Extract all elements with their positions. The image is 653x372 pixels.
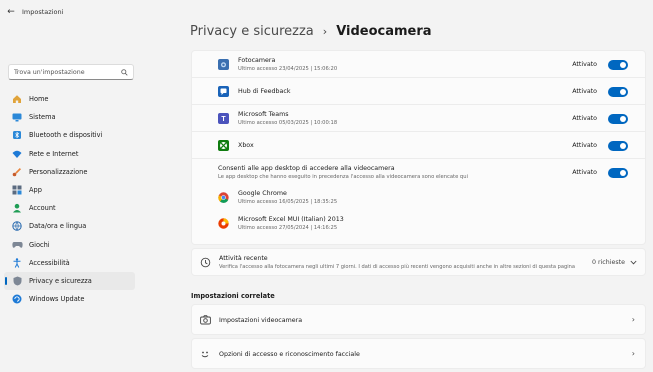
sidebar-item-label: Privacy e sicurezza <box>29 276 92 285</box>
account-icon <box>11 203 23 213</box>
bluetooth-icon <box>11 130 23 140</box>
title-bar: ← Impostazioni <box>0 0 653 24</box>
xbox-icon <box>218 140 229 151</box>
toggle-state-label: Attivato <box>572 61 597 68</box>
sidebar-item-home[interactable]: Home <box>4 90 135 108</box>
breadcrumb-separator: › <box>322 25 328 38</box>
chevron-right-icon: › <box>631 349 635 358</box>
sidebar-item-privacy[interactable]: Privacy e sicurezza <box>4 271 135 291</box>
sidebar-item-label: Sistema <box>29 113 56 122</box>
desktop-app-name: Google Chrome <box>238 190 287 197</box>
desktop-app-last-access: Ultimo accesso 27/05/2024 | 14:16:25 <box>238 225 338 231</box>
app-row-fotocamera: Fotocamera Ultimo accesso 23/04/2025 | 1… <box>192 51 645 78</box>
shield-icon <box>11 276 23 286</box>
app-last-access: Ultimo accesso 05/03/2025 | 10:00:18 <box>238 120 338 126</box>
breadcrumb: Privacy e sicurezza › Videocamera <box>190 24 432 39</box>
sidebar-nav: Home Sistema Bluetooth e dispositivi Ret… <box>4 90 135 308</box>
network-icon <box>11 149 23 159</box>
sidebar-item-label: Bluetooth e dispositivi <box>29 131 103 140</box>
sidebar-item-label: Home <box>29 95 49 104</box>
app-last-access: Ultimo accesso 23/04/2025 | 15:06:20 <box>238 66 338 72</box>
toggle-fotocamera[interactable] <box>608 60 628 70</box>
app-name: Hub di Feedback <box>238 88 291 95</box>
sidebar-item-label: App <box>29 186 42 195</box>
chrome-icon <box>218 192 229 203</box>
apps-icon <box>11 185 23 195</box>
search-input[interactable]: Trova un'impostazione <box>14 69 85 76</box>
accessibility-icon <box>11 258 23 268</box>
app-title: Impostazioni <box>22 8 64 16</box>
camera-outline-icon <box>200 315 211 325</box>
toggle-state-label: Attivato <box>572 115 597 122</box>
related-link-label: Impostazioni videocamera <box>219 317 303 324</box>
sidebar-item-label: Data/ora e lingua <box>29 222 87 231</box>
globe-clock-icon <box>11 221 23 232</box>
sidebar-item-label: Personalizzazione <box>29 167 88 176</box>
sidebar-item-giochi[interactable]: Giochi <box>4 236 135 254</box>
teams-icon: T <box>218 113 229 124</box>
app-permissions-card: Fotocamera Ultimo accesso 23/04/2025 | 1… <box>191 50 646 245</box>
sidebar-item-windows-update[interactable]: Windows Update <box>4 290 135 308</box>
brush-icon <box>11 167 23 177</box>
sidebar-item-rete[interactable]: Rete e Internet <box>4 145 135 163</box>
sidebar-item-label: Windows Update <box>29 295 85 304</box>
search-box[interactable]: Trova un'impostazione <box>8 64 134 80</box>
sidebar-item-sistema[interactable]: Sistema <box>4 108 135 126</box>
toggle-desktop-apps[interactable] <box>608 168 628 178</box>
app-name: Microsoft Teams <box>238 111 289 118</box>
sidebar-item-personalizzazione[interactable]: Personalizzazione <box>4 163 135 181</box>
app-row-hub-feedback: Hub di Feedback Attivato <box>192 78 645 105</box>
desktop-apps-section: Consenti alle app desktop di accedere al… <box>192 159 645 244</box>
related-link-camera-settings[interactable]: Impostazioni videocamera › <box>191 304 646 335</box>
chevron-right-icon: › <box>631 315 635 324</box>
toggle-state-label: Attivato <box>572 169 597 176</box>
svg-text:T: T <box>221 116 226 123</box>
gamepad-icon <box>11 240 23 250</box>
sidebar-item-label: Giochi <box>29 240 50 249</box>
chevron-down-icon[interactable] <box>630 260 637 265</box>
breadcrumb-parent[interactable]: Privacy e sicurezza <box>190 24 314 39</box>
app-name: Fotocamera <box>238 57 276 64</box>
feedback-hub-icon <box>218 86 229 97</box>
system-icon <box>11 112 23 122</box>
recent-activity-card[interactable]: Attività recente Verifica l'accesso alla… <box>191 248 646 276</box>
desktop-app-name: Microsoft Excel MUI (Italian) 2013 <box>238 216 344 223</box>
toggle-state-label: Attivato <box>572 142 597 149</box>
sidebar-item-account[interactable]: Account <box>4 199 135 217</box>
update-icon <box>11 294 23 304</box>
desktop-app-last-access: Ultimo accesso 16/05/2025 | 18:35:25 <box>238 199 338 205</box>
home-icon <box>11 94 23 104</box>
desktop-apps-description: Le app desktop che hanno eseguito in pre… <box>218 174 468 180</box>
recent-activity-title: Attività recente <box>219 255 268 262</box>
sidebar-item-label: Rete e Internet <box>29 149 79 158</box>
office-icon <box>218 218 229 229</box>
recent-activity-count: 0 richieste <box>591 259 625 266</box>
search-icon <box>121 68 128 76</box>
related-settings-heading: Impostazioni correlate <box>191 292 275 300</box>
toggle-teams[interactable] <box>608 114 628 124</box>
desktop-apps-title: Consenti alle app desktop di accedere al… <box>218 165 395 172</box>
sidebar-item-label: Accessibilità <box>29 258 70 267</box>
sidebar-item-data-ora[interactable]: Data/ora e lingua <box>4 217 135 235</box>
toggle-state-label: Attivato <box>572 88 597 95</box>
back-arrow-icon[interactable]: ← <box>0 7 22 17</box>
app-row-teams: T Microsoft Teams Ultimo accesso 05/03/2… <box>192 105 645 132</box>
app-row-xbox: Xbox Attivato <box>192 132 645 159</box>
history-icon <box>200 257 211 268</box>
sidebar-item-accessibilita[interactable]: Accessibilità <box>4 254 135 272</box>
related-link-label: Opzioni di accesso e riconoscimento facc… <box>219 351 360 358</box>
toggle-hub-feedback[interactable] <box>608 87 628 97</box>
toggle-xbox[interactable] <box>608 141 628 151</box>
camera-app-icon <box>218 59 229 70</box>
sidebar-item-label: Account <box>29 204 56 213</box>
app-name: Xbox <box>238 142 254 149</box>
face-icon <box>201 351 209 358</box>
page-title: Videocamera <box>336 24 432 39</box>
related-link-face-recognition[interactable]: Opzioni di accesso e riconoscimento facc… <box>191 338 646 369</box>
sidebar-item-app[interactable]: App <box>4 181 135 199</box>
sidebar-item-bluetooth[interactable]: Bluetooth e dispositivi <box>4 126 135 144</box>
recent-activity-description: Verifica l'accesso alla fotocamera negli… <box>219 264 575 270</box>
